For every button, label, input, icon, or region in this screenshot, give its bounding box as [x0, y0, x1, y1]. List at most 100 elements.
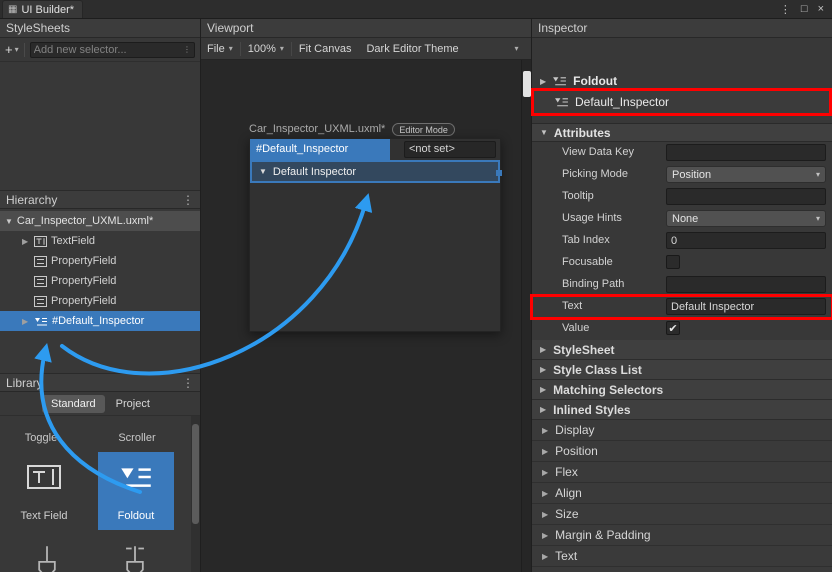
tree-item-default-inspector[interactable]: ▶ #Default_Inspector — [0, 311, 200, 331]
foldout-closed-icon[interactable]: ▶ — [540, 77, 546, 86]
chevron-down-icon: ▾ — [816, 214, 820, 223]
section-matching-selectors[interactable]: ▶ Matching Selectors — [532, 380, 832, 400]
tree-item-label: TextField — [51, 235, 95, 247]
stylesheets-header: StyleSheets — [0, 19, 200, 38]
foldout-closed-icon[interactable]: ▶ — [22, 237, 30, 246]
library-item-foldout[interactable]: Foldout — [98, 452, 174, 530]
fit-canvas-label: Fit Canvas — [299, 43, 352, 55]
tree-item-propertyfield[interactable]: . PropertyField — [0, 251, 200, 271]
text-input[interactable] — [666, 298, 826, 315]
style-section-margin-padding[interactable]: ▶ Margin & Padding — [532, 525, 832, 546]
theme-dropdown[interactable]: Dark Editor Theme ▾ — [366, 41, 518, 57]
foldout-open-icon[interactable]: ▼ — [259, 167, 267, 176]
style-section-background[interactable]: ▶ Background — [532, 567, 832, 572]
attr-row-focusable: Focusable — [532, 252, 832, 274]
selected-foldout-row[interactable]: ▼ Default Inspector — [250, 160, 500, 183]
foldout-open-icon[interactable]: ▼ — [5, 217, 13, 226]
attr-row-view-data-key: View Data Key — [532, 142, 832, 164]
tab-project[interactable]: Project — [107, 395, 159, 413]
hierarchy-menu-icon[interactable]: ⋮ — [182, 193, 194, 207]
value-checkbox[interactable]: ✔ — [666, 321, 680, 335]
style-section-align[interactable]: ▶ Align — [532, 483, 832, 504]
library-item-scroller-label[interactable]: Scroller — [104, 432, 170, 444]
canvas-body[interactable]: #Default_Inspector <not set> ▼ Default I… — [249, 138, 501, 332]
hierarchy-tree: ▼ Car_Inspector_UXML.uxml* ▶ TextField .… — [0, 211, 200, 331]
foldout-type-icon — [554, 95, 569, 109]
add-selector-input[interactable] — [34, 44, 183, 56]
tab-index-input[interactable] — [666, 232, 826, 249]
foldout-closed-icon: ▶ — [540, 345, 546, 354]
foldout-closed-icon[interactable]: ▶ — [22, 317, 30, 326]
element-name-row-highlighted[interactable]: Default_Inspector — [534, 91, 829, 113]
add-selector-button[interactable]: + ▾ — [5, 42, 19, 57]
foldout-closed-icon: ▶ — [542, 426, 548, 435]
window-close-icon[interactable]: × — [818, 3, 824, 15]
foldout-closed-icon: ▶ — [542, 447, 548, 456]
viewport-scrollbar[interactable] — [521, 60, 531, 572]
library-scrollbar[interactable] — [191, 416, 200, 572]
file-dropdown[interactable]: File ▾ — [207, 41, 233, 57]
style-section-position[interactable]: ▶ Position — [532, 441, 832, 462]
attr-label: View Data Key — [562, 146, 634, 158]
style-section-text[interactable]: ▶ Text — [532, 546, 832, 567]
theme-dropdown-label: Dark Editor Theme — [366, 43, 458, 55]
tree-item-textfield[interactable]: ▶ TextField — [0, 231, 200, 251]
selector-menu-icon[interactable]: ⋮ — [183, 45, 191, 54]
propertyfield-icon — [34, 275, 47, 288]
section-inlined-styles[interactable]: ▶ Inlined Styles — [532, 400, 832, 420]
library-item-slider-int-icon[interactable] — [118, 544, 152, 572]
toolbar-divider — [240, 42, 241, 56]
focusable-checkbox[interactable] — [666, 255, 680, 269]
chevron-down-icon: ▾ — [15, 45, 19, 54]
style-section-flex[interactable]: ▶ Flex — [532, 462, 832, 483]
section-style-class-list[interactable]: ▶ Style Class List — [532, 360, 832, 380]
selection-resize-handle[interactable] — [496, 170, 502, 176]
propertyfield-icon — [34, 255, 47, 268]
canvas-area[interactable]: Car_Inspector_UXML.uxml* Editor Mode #De… — [201, 60, 531, 572]
library-menu-icon[interactable]: ⋮ — [182, 376, 194, 390]
usage-hints-dropdown[interactable]: None ▾ — [666, 210, 826, 227]
attr-label: Value — [562, 322, 589, 334]
attributes-section-header[interactable]: ▼ Attributes — [532, 123, 832, 142]
section-label: Style Class List — [553, 363, 642, 377]
picking-mode-dropdown[interactable]: Position ▾ — [666, 166, 826, 183]
window-menu-icon[interactable]: ⋮ — [780, 3, 791, 16]
view-data-key-input[interactable] — [666, 144, 826, 161]
library-item-slider-icon[interactable] — [30, 544, 64, 572]
element-type-row[interactable]: ▶ Foldout — [540, 71, 617, 91]
viewport-scrollbar-thumb[interactable] — [523, 71, 531, 97]
tooltip-input[interactable] — [666, 188, 826, 205]
window-maximize-icon[interactable]: □ — [801, 3, 808, 15]
left-panel: StyleSheets + ▾ ⋮ Hierarchy ⋮ ▼ Car_Insp… — [0, 19, 201, 572]
selected-element-name-tab[interactable]: #Default_Inspector — [250, 139, 390, 160]
editor-mode-badge[interactable]: Editor Mode — [392, 123, 455, 136]
zoom-dropdown[interactable]: 100% ▾ — [248, 41, 284, 57]
tree-item-label: PropertyField — [51, 295, 116, 307]
tree-item-propertyfield[interactable]: . PropertyField — [0, 271, 200, 291]
object-field-not-set[interactable]: <not set> — [404, 141, 496, 158]
library-scrollbar-thumb[interactable] — [192, 424, 199, 524]
inspector-title: Inspector — [538, 19, 587, 37]
canvas-title: Car_Inspector_UXML.uxml* — [249, 123, 385, 135]
foldout-closed-icon: ▶ — [540, 365, 546, 374]
style-section-display[interactable]: ▶ Display — [532, 420, 832, 441]
style-section-size[interactable]: ▶ Size — [532, 504, 832, 525]
app-tab[interactable]: ▦ UI Builder* — [2, 0, 83, 18]
fit-canvas-button[interactable]: Fit Canvas — [299, 41, 352, 57]
library-item-toggle-label[interactable]: Toggle — [12, 432, 70, 444]
binding-path-input[interactable] — [666, 276, 826, 293]
tree-item-propertyfield[interactable]: . PropertyField — [0, 291, 200, 311]
hierarchy-root-row[interactable]: ▼ Car_Inspector_UXML.uxml* — [0, 211, 200, 231]
library-item-text-field[interactable]: Text Field — [6, 452, 82, 530]
zoom-dropdown-label: 100% — [248, 43, 276, 55]
attr-label: Tooltip — [562, 190, 594, 202]
hierarchy-header: Hierarchy ⋮ — [0, 190, 200, 209]
attr-row-tooltip: Tooltip — [532, 186, 832, 208]
section-stylesheet[interactable]: ▶ StyleSheet — [532, 340, 832, 360]
library-item-label: Foldout — [118, 510, 155, 522]
toolbar-divider — [291, 42, 292, 56]
attributes-title: Attributes — [554, 126, 611, 140]
canvas-document: Car_Inspector_UXML.uxml* Editor Mode #De… — [249, 120, 501, 332]
inspector-panel: Inspector ▶ Foldout Default_Inspector ▼ … — [531, 19, 832, 572]
tab-standard[interactable]: Standard — [42, 395, 105, 413]
